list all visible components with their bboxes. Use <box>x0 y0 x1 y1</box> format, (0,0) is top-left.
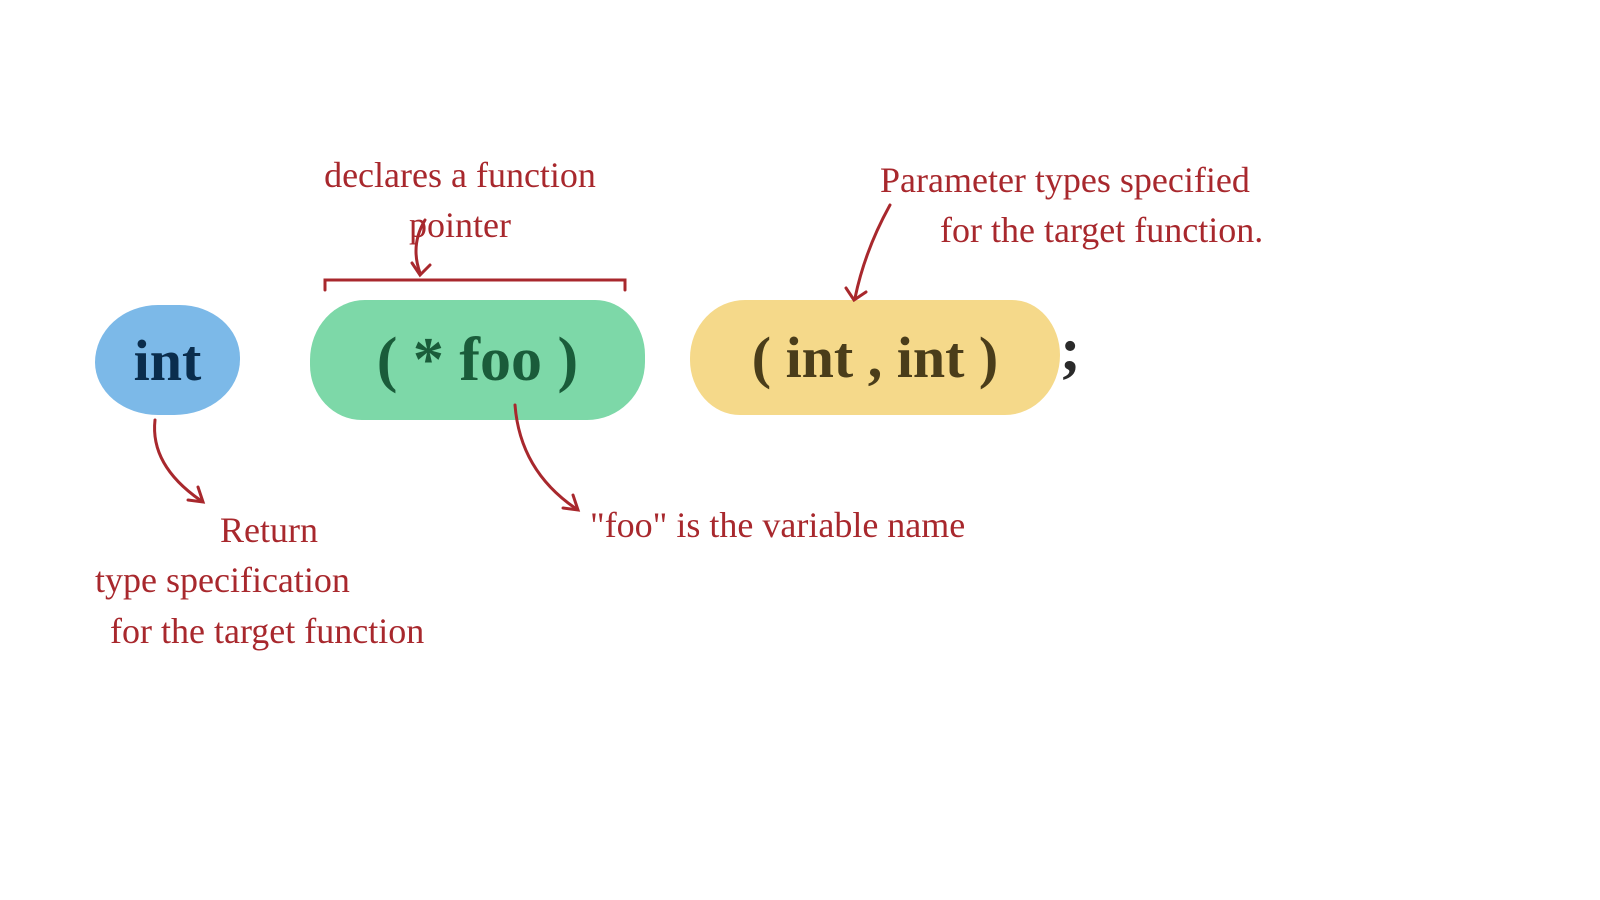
annotation-variable-name: "foo" is the variable name <box>590 500 1040 550</box>
return-type-blob: int <box>95 305 240 415</box>
annotation-return-line3: for the target function <box>95 606 575 656</box>
annotation-return-line1: Return <box>95 505 575 555</box>
annotation-declares-pointer: declares a function pointer <box>275 150 645 251</box>
annotation-parameter-types: Parameter types specified for the target… <box>880 155 1400 256</box>
parameters-text: ( int , int ) <box>752 324 999 391</box>
annotation-return-line2: type specification <box>95 555 575 605</box>
pointer-declaration-text: ( * foo ) <box>377 325 578 396</box>
annotation-param-line2: for the target function. <box>880 205 1400 255</box>
semicolon: ; <box>1060 315 1081 386</box>
pointer-declaration-blob: ( * foo ) <box>310 300 645 420</box>
annotation-param-line1: Parameter types specified <box>880 155 1400 205</box>
function-pointer-diagram: int ( * foo ) ( int , int ) ; declares a… <box>0 0 1600 900</box>
annotation-variable-name-text: "foo" is the variable name <box>590 505 965 545</box>
return-type-text: int <box>134 327 202 394</box>
annotation-declares-pointer-text: declares a function pointer <box>324 155 596 245</box>
bracket-over-pointer <box>320 275 630 295</box>
parameters-blob: ( int , int ) <box>690 300 1060 415</box>
arrow-return-type <box>130 415 250 515</box>
annotation-return-type: Return type specification for the target… <box>95 505 575 656</box>
